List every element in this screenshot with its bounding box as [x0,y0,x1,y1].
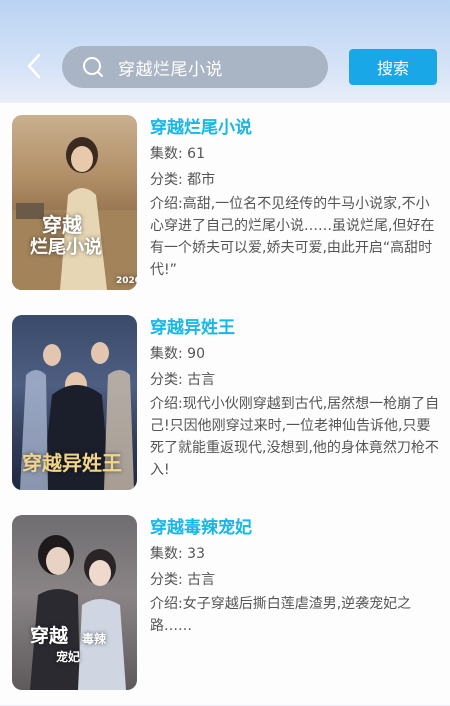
cover-image[interactable]: 穿越异姓王 [12,315,137,490]
list-item[interactable]: 穿越异姓王 穿越异姓王 集数: 90 分类: 古言 介绍:现代小伙刚穿越到古代,… [0,303,450,504]
description: 介绍:高甜,一位名不见经传的牛马小说家,不小心穿进了自己的烂尾小说……虽说烂尾,… [150,196,435,278]
category: 分类: 都市 [150,172,216,188]
search-button[interactable]: 搜索 [349,49,437,85]
episode-count: 集数: 61 [150,146,205,162]
cover-title: 穿越 [42,213,82,237]
cover-year: 2020 [116,276,137,286]
cover-subtitle: 毒辣 [82,632,107,646]
cover-title: 穿越 [30,625,69,647]
search-icon [82,56,104,78]
description: 介绍:女子穿越后撕白莲虐渣男,逆袭宠妃之路…… [150,596,412,634]
category: 分类: 古言 [150,572,216,588]
category: 分类: 古言 [150,372,216,388]
book-title[interactable]: 穿越异姓王 [150,315,440,341]
list-item[interactable]: 穿越 毒辣 宠妃 穿越毒辣宠妃 集数: 33 分类: 古言 介绍:女子穿越后撕白… [0,503,450,706]
book-title[interactable]: 穿越毒辣宠妃 [150,515,440,541]
cover-image[interactable]: 穿越 烂尾小说 2020 [12,115,137,290]
cover-image[interactable]: 穿越 毒辣 宠妃 [12,515,137,690]
top-bar: 穿越烂尾小说 搜索 [0,0,450,103]
list-item[interactable]: 穿越 烂尾小说 2020 穿越烂尾小说 集数: 61 分类: 都市 介绍:高甜,… [0,103,450,304]
search-input[interactable]: 穿越烂尾小说 [62,46,328,88]
episode-count: 集数: 90 [150,346,205,362]
back-button[interactable] [22,53,46,79]
cover-subtitle-2: 宠妃 [56,650,81,664]
search-text: 穿越烂尾小说 [118,59,223,80]
chevron-left-icon [27,53,41,79]
episode-count: 集数: 33 [150,546,205,562]
description: 介绍:现代小伙刚穿越到古代,居然想一枪崩了自己!只因他刚穿过来时,一位老神仙告诉… [150,396,440,478]
cover-subtitle: 烂尾小说 [30,237,102,258]
cover-title: 穿越异姓王 [22,451,122,475]
book-title[interactable]: 穿越烂尾小说 [150,115,440,141]
